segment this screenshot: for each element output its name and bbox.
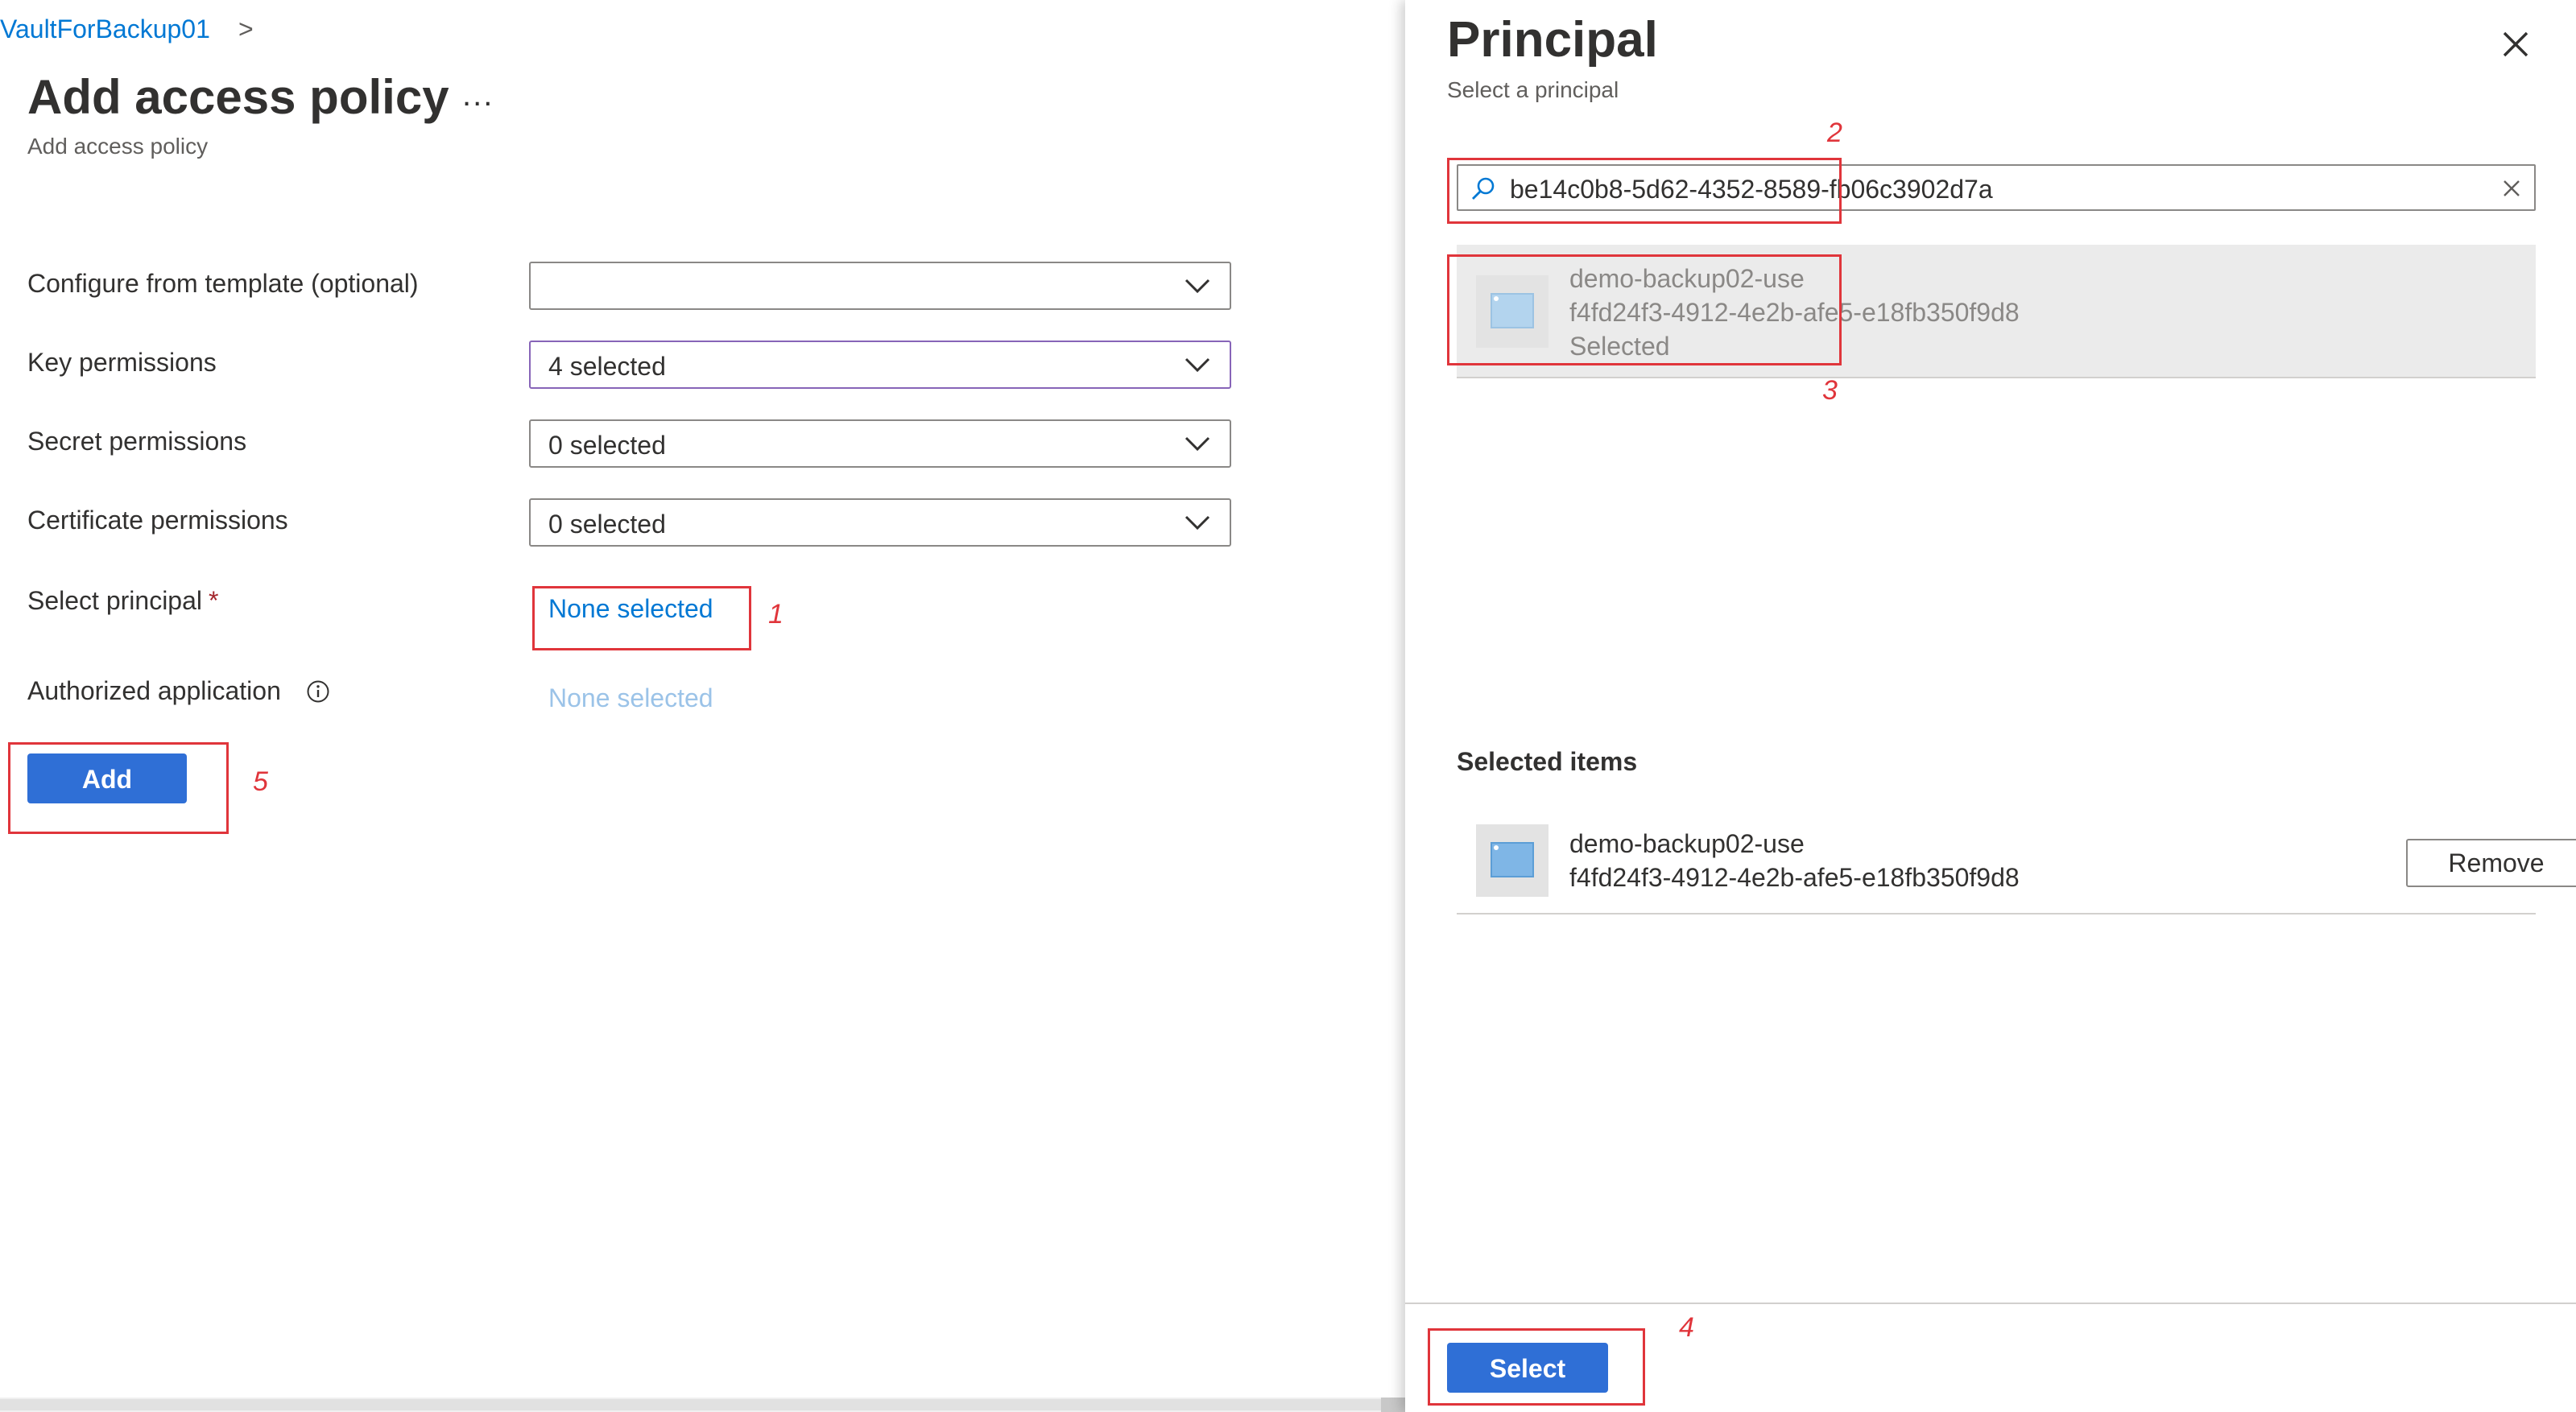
clear-icon[interactable] bbox=[2500, 177, 2523, 200]
certificate-permissions-dropdown[interactable]: 0 selected bbox=[529, 498, 1231, 547]
chevron-down-icon bbox=[1185, 515, 1210, 531]
key-permissions-label: Key permissions bbox=[27, 348, 217, 377]
secret-permissions-dropdown[interactable]: 0 selected bbox=[529, 419, 1231, 468]
certificate-permissions-value: 0 selected bbox=[548, 510, 666, 539]
annotation-number-2: 2 bbox=[1827, 118, 1842, 148]
secret-permissions-value: 0 selected bbox=[548, 431, 666, 460]
footer-divider bbox=[1405, 1303, 2576, 1304]
template-label: Configure from template (optional) bbox=[27, 269, 419, 298]
app-registration-icon bbox=[1476, 824, 1548, 897]
annotation-box-1 bbox=[532, 586, 751, 650]
scrollbar-end-button[interactable] bbox=[1381, 1398, 1405, 1412]
required-marker: * bbox=[209, 586, 219, 615]
selected-item-id: f4fd24f3-4912-4e2b-afe5-e18fb350f9d8 bbox=[1569, 863, 2020, 892]
select-principal-label: Select principal * bbox=[27, 586, 218, 616]
selected-items-heading: Selected items bbox=[1457, 747, 1638, 776]
annotation-number-1: 1 bbox=[768, 599, 784, 630]
remove-button[interactable]: Remove bbox=[2406, 839, 2576, 887]
select-principal-label-text: Select principal bbox=[27, 586, 202, 615]
template-dropdown[interactable] bbox=[529, 262, 1231, 310]
key-permissions-value: 4 selected bbox=[548, 352, 666, 381]
chevron-down-icon bbox=[1185, 357, 1210, 373]
panel-title: Principal bbox=[1447, 12, 1658, 68]
annotation-number-4: 4 bbox=[1679, 1312, 1694, 1343]
secret-permissions-label: Secret permissions bbox=[27, 427, 247, 456]
page-title: Add access policy bbox=[27, 70, 449, 124]
info-icon[interactable] bbox=[306, 679, 330, 704]
panel-subtitle: Select a principal bbox=[1447, 77, 1619, 102]
chevron-down-icon bbox=[1185, 436, 1210, 452]
breadcrumb-link-vault[interactable]: VaultForBackup01 bbox=[0, 14, 210, 44]
selected-item-name: demo-backup02-use bbox=[1569, 829, 1805, 858]
authorized-application-link: None selected bbox=[548, 683, 713, 712]
annotation-number-3: 3 bbox=[1822, 375, 1838, 406]
page-subtitle: Add access policy bbox=[27, 134, 209, 159]
more-options-button[interactable]: ... bbox=[462, 77, 494, 114]
annotation-box-2 bbox=[1447, 158, 1842, 224]
annotation-number-5: 5 bbox=[253, 766, 268, 797]
add-access-policy-blade: VaultForBackup01 > Add access policy ...… bbox=[0, 0, 1405, 1412]
horizontal-scrollbar-thumb[interactable] bbox=[0, 1399, 1381, 1410]
certificate-permissions-label: Certificate permissions bbox=[27, 506, 288, 535]
key-permissions-dropdown[interactable]: 4 selected bbox=[529, 341, 1231, 389]
authorized-application-label: Authorized application bbox=[27, 676, 281, 705]
principal-panel: Principal Select a principal demo-backup… bbox=[1405, 0, 2576, 1412]
breadcrumb-chevron-icon: > bbox=[238, 14, 254, 43]
close-icon[interactable] bbox=[2495, 24, 2536, 64]
annotation-box-4 bbox=[1428, 1328, 1645, 1406]
selected-item-row: demo-backup02-use f4fd24f3-4912-4e2b-afe… bbox=[1457, 813, 2576, 914]
chevron-down-icon bbox=[1185, 279, 1210, 294]
annotation-box-5 bbox=[8, 742, 229, 834]
annotation-box-3 bbox=[1447, 254, 1842, 365]
